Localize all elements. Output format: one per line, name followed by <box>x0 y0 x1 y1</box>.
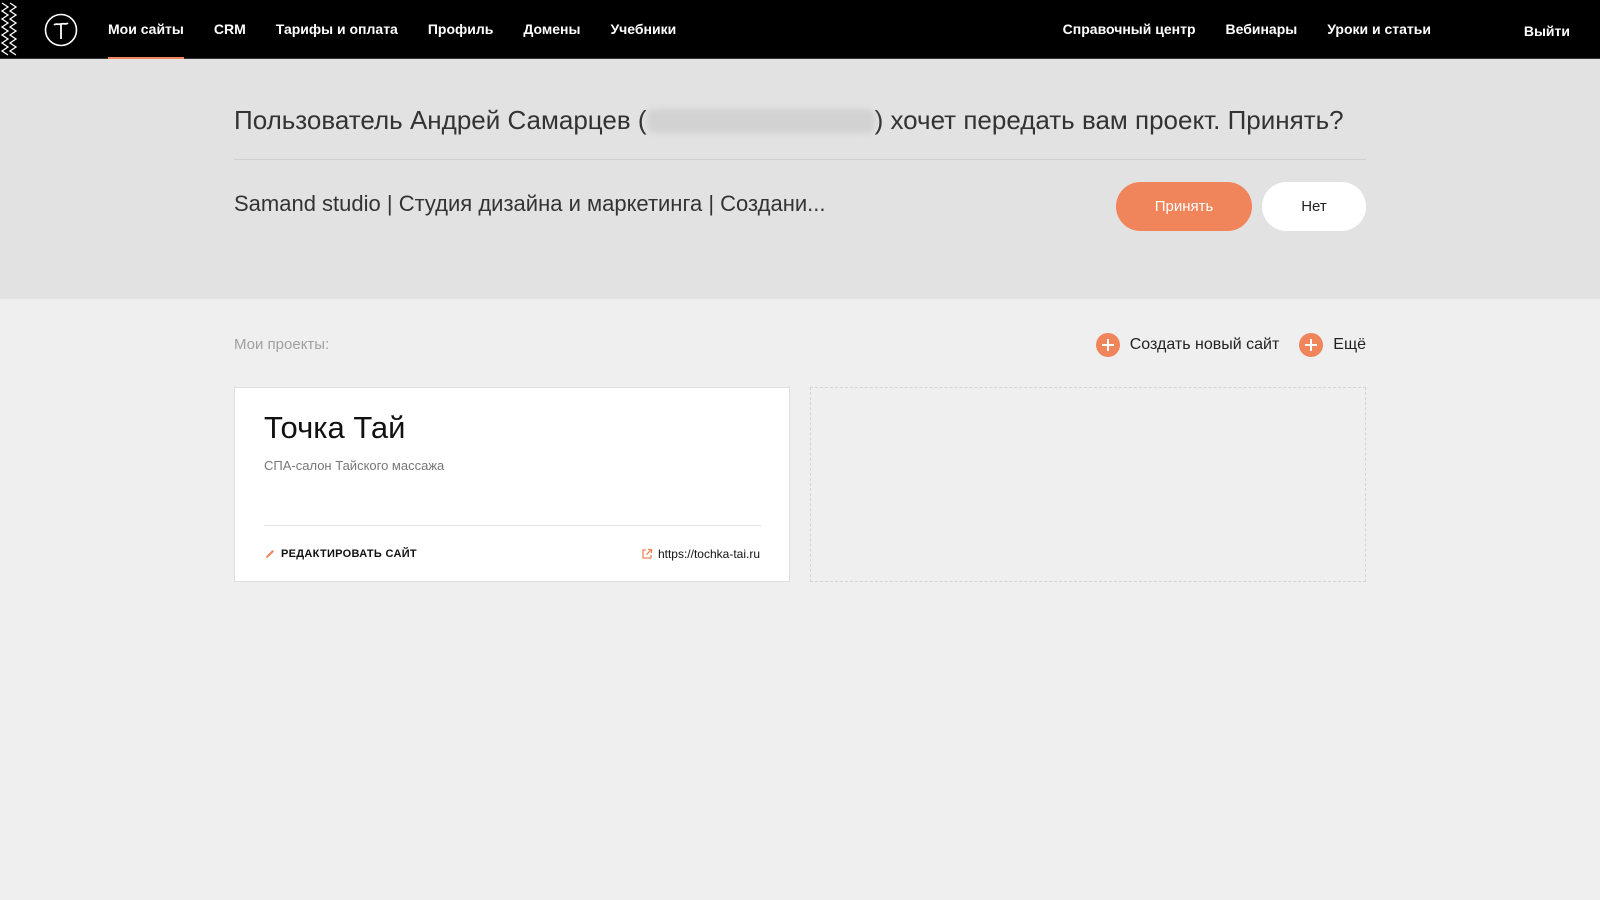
secondary-nav: Справочный центр Вебинары Уроки и статьи <box>1048 0 1446 59</box>
nav-help-center[interactable]: Справочный центр <box>1048 0 1211 59</box>
nav-my-sites[interactable]: Мои сайты <box>108 0 199 60</box>
site-url: https://tochka-tai.ru <box>657 547 760 561</box>
nav-crm[interactable]: CRM <box>199 0 261 59</box>
projects-heading: Мои проекты: <box>234 336 330 353</box>
nav-profile[interactable]: Профиль <box>413 0 509 59</box>
projects-actions: Создать новый сайт Ещё <box>1076 333 1366 357</box>
plus-icon <box>1299 333 1324 357</box>
accept-button[interactable]: Принять <box>1116 182 1252 231</box>
transfer-project-name: Samand studio | Студия дизайна и маркети… <box>234 191 826 216</box>
divider <box>234 159 1366 160</box>
project-description: СПА-салон Тайского массажа <box>264 458 445 473</box>
main-nav: Мои сайты CRM Тарифы и оплата Профиль До… <box>108 0 691 60</box>
site-url-link[interactable]: https://tochka-tai.ru <box>641 547 760 561</box>
edit-site-label: РЕДАКТИРОВАТЬ САЙТ <box>281 548 417 560</box>
more-button[interactable]: Ещё <box>1299 333 1366 357</box>
edit-site-link[interactable]: РЕДАКТИРОВАТЬ САЙТ <box>264 548 417 560</box>
transfer-message-prefix: Пользователь Андрей Самарцев ( <box>234 105 647 135</box>
transfer-message-suffix: ) хочет передать вам проект. Принять? <box>874 105 1344 135</box>
empty-project-slot <box>810 387 1366 582</box>
create-site-label: Создать новый сайт <box>1129 336 1280 353</box>
create-site-button[interactable]: Создать новый сайт <box>1095 333 1280 357</box>
logout-link[interactable]: Выйти <box>1524 0 1570 63</box>
tilda-logo-icon[interactable] <box>44 13 78 47</box>
nav-tutorials[interactable]: Учебники <box>595 0 691 59</box>
pencil-icon <box>265 550 274 559</box>
nav-tariffs[interactable]: Тарифы и оплата <box>261 0 413 59</box>
transfer-request-panel: Пользователь Андрей Самарцев ( ) хочет пе… <box>0 59 1600 299</box>
nav-lessons[interactable]: Уроки и статьи <box>1312 0 1446 59</box>
transfer-message: Пользователь Андрей Самарцев ( ) хочет пе… <box>234 105 1344 136</box>
project-title: Точка Тай <box>264 410 406 445</box>
divider <box>264 525 761 526</box>
nav-domains[interactable]: Домены <box>508 0 595 59</box>
blurred-email <box>646 109 875 133</box>
top-navbar: Мои сайты CRM Тарифы и оплата Профиль До… <box>0 0 1600 60</box>
more-label: Ещё <box>1333 336 1366 353</box>
decline-button[interactable]: Нет <box>1262 182 1366 231</box>
zigzag-decoration-icon <box>0 2 18 56</box>
nav-webinars[interactable]: Вебинары <box>1211 0 1313 59</box>
project-card[interactable]: Точка Тай СПА-салон Тайского массажа РЕД… <box>234 387 790 582</box>
plus-icon <box>1095 333 1120 357</box>
external-link-icon <box>642 548 653 559</box>
